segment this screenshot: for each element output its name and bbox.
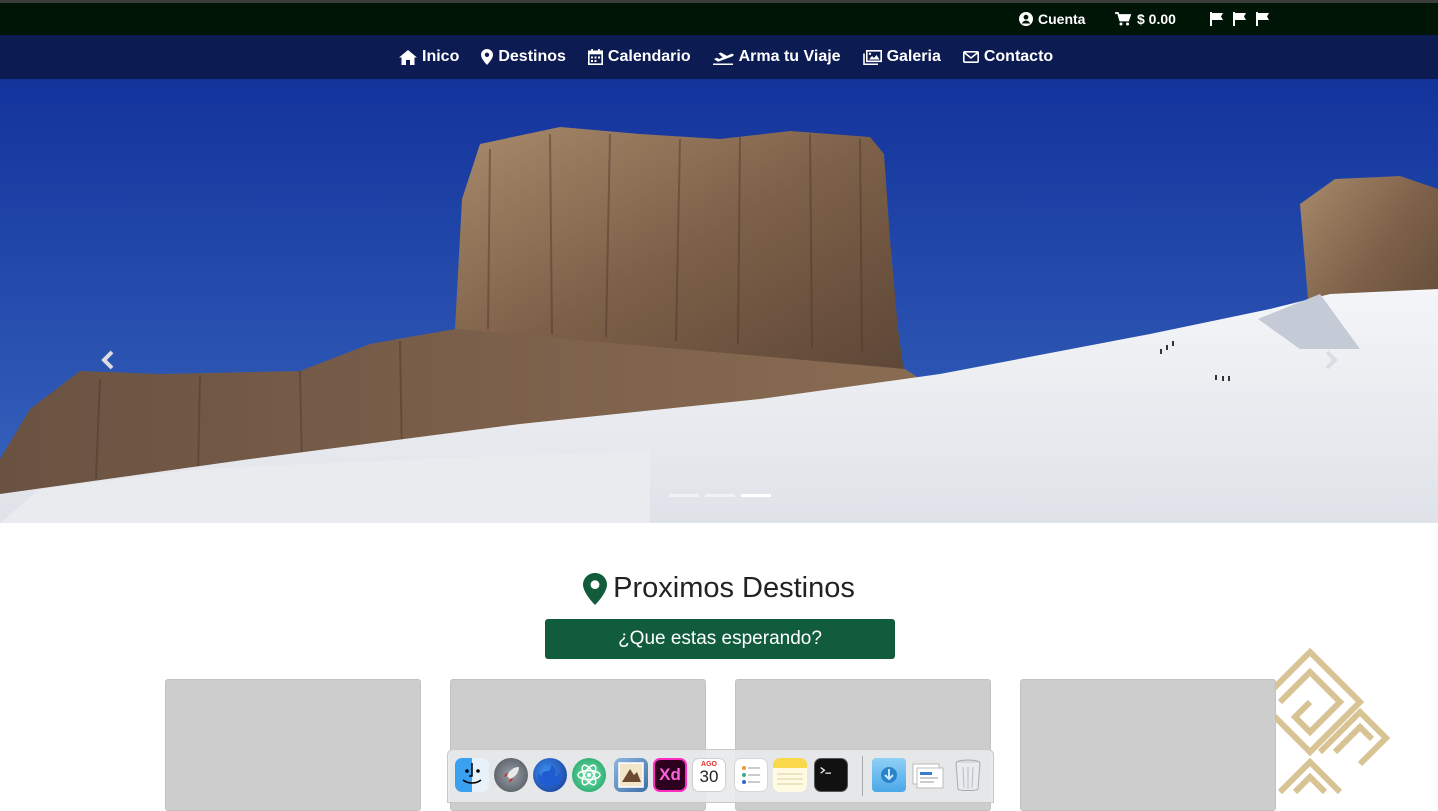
atom-icon[interactable] <box>572 758 606 792</box>
finder-face-icon <box>462 763 482 784</box>
mail-preview-icon[interactable] <box>614 758 648 792</box>
account-label: Cuenta <box>1038 11 1086 27</box>
hero-carousel <box>0 79 1438 523</box>
cta-button[interactable]: ¿Que estas esperando? <box>545 619 895 659</box>
firefox-flame-icon <box>538 765 561 787</box>
trash-icon[interactable] <box>951 758 985 792</box>
terminal-icon[interactable] <box>814 758 848 792</box>
firefox-icon[interactable] <box>533 758 567 792</box>
document-stack-icon <box>912 763 944 789</box>
carousel-slide-image <box>0 79 1438 523</box>
map-marker-icon <box>583 572 608 605</box>
nav-item-label: Arma tu Viaje <box>738 48 841 65</box>
rocket-icon <box>504 767 519 782</box>
dock-separator <box>862 756 863 796</box>
adobe-xd-label: Xd <box>659 765 681 784</box>
download-arrow-icon <box>881 767 897 783</box>
trash-can-icon <box>955 759 981 791</box>
chevron-left-icon <box>101 350 114 370</box>
flag-icon <box>1233 12 1246 26</box>
atom-orbit-icon <box>577 764 601 786</box>
calendar-day-label: 30 <box>699 767 719 786</box>
notes-icon[interactable] <box>773 758 807 792</box>
nav-item-galeria[interactable]: Galeria <box>862 48 941 66</box>
nav-item-inicio[interactable]: Inico <box>399 48 459 66</box>
nav-item-label: Destinos <box>498 48 566 65</box>
calendar-app-icon[interactable]: AGO 30 <box>692 758 726 792</box>
carousel-indicator-2[interactable] <box>705 494 735 497</box>
envelope-icon <box>962 51 979 63</box>
macos-dock: Xd AGO 30 <box>447 749 994 803</box>
user-circle-icon <box>1019 12 1033 26</box>
flag-icon <box>1210 12 1223 26</box>
eagle-stamp-icon <box>618 762 644 788</box>
nav-item-label: Contacto <box>983 48 1054 65</box>
nav-item-contacto[interactable]: Contacto <box>962 48 1054 66</box>
chevron-right-icon <box>1325 350 1338 370</box>
map-marker-icon <box>481 49 494 65</box>
nav-item-label: Inico <box>422 48 460 65</box>
language-flag-1[interactable] <box>1210 3 1224 35</box>
launchpad-icon[interactable] <box>494 758 528 792</box>
lined-paper-icon <box>777 773 803 785</box>
top-utility-bar: Cuenta $ 0.00 <box>0 3 1438 35</box>
nav-item-label: Calendario <box>607 48 691 65</box>
home-icon <box>399 49 417 65</box>
page-title: Proximos Destinos <box>613 572 855 604</box>
carousel-indicator-3[interactable] <box>741 494 771 497</box>
adobe-xd-icon[interactable]: Xd <box>653 758 687 792</box>
documents-stack-icon[interactable] <box>911 758 945 792</box>
account-link[interactable]: Cuenta <box>1019 3 1085 35</box>
main-navbar: Inico Destinos Calendario Arma tu Viaje … <box>0 35 1438 79</box>
nav-item-arma-tu-viaje[interactable]: Arma tu Viaje <box>712 48 841 66</box>
checklist-icon <box>742 766 760 784</box>
cart-total: $ 0.00 <box>1137 11 1176 27</box>
calendar-icon <box>587 49 603 65</box>
prompt-icon <box>820 766 831 774</box>
finder-icon[interactable] <box>455 758 489 792</box>
carousel-indicator-1[interactable] <box>669 494 699 497</box>
language-flag-3[interactable] <box>1256 3 1270 35</box>
language-flag-2[interactable] <box>1233 3 1247 35</box>
carousel-indicators <box>669 494 777 497</box>
flag-icon <box>1256 12 1269 26</box>
nav-item-calendario[interactable]: Calendario <box>587 48 691 66</box>
downloads-folder-icon[interactable] <box>872 758 906 792</box>
cart-link[interactable]: $ 0.00 <box>1115 3 1176 35</box>
carousel-prev-button[interactable] <box>93 345 123 375</box>
reminders-icon[interactable] <box>734 758 768 792</box>
destination-card-1[interactable] <box>165 679 421 811</box>
plane-icon <box>712 52 734 65</box>
destinations-heading: Proximos Destinos <box>0 572 1438 605</box>
cart-icon <box>1115 12 1131 26</box>
nav-item-destinos[interactable]: Destinos <box>481 48 566 66</box>
nav-item-label: Galeria <box>886 48 941 65</box>
destination-card-4[interactable] <box>1020 679 1276 811</box>
carousel-next-button[interactable] <box>1316 345 1346 375</box>
images-icon <box>862 49 882 65</box>
nav-menu: Inico Destinos Calendario Arma tu Viaje … <box>399 35 1075 79</box>
